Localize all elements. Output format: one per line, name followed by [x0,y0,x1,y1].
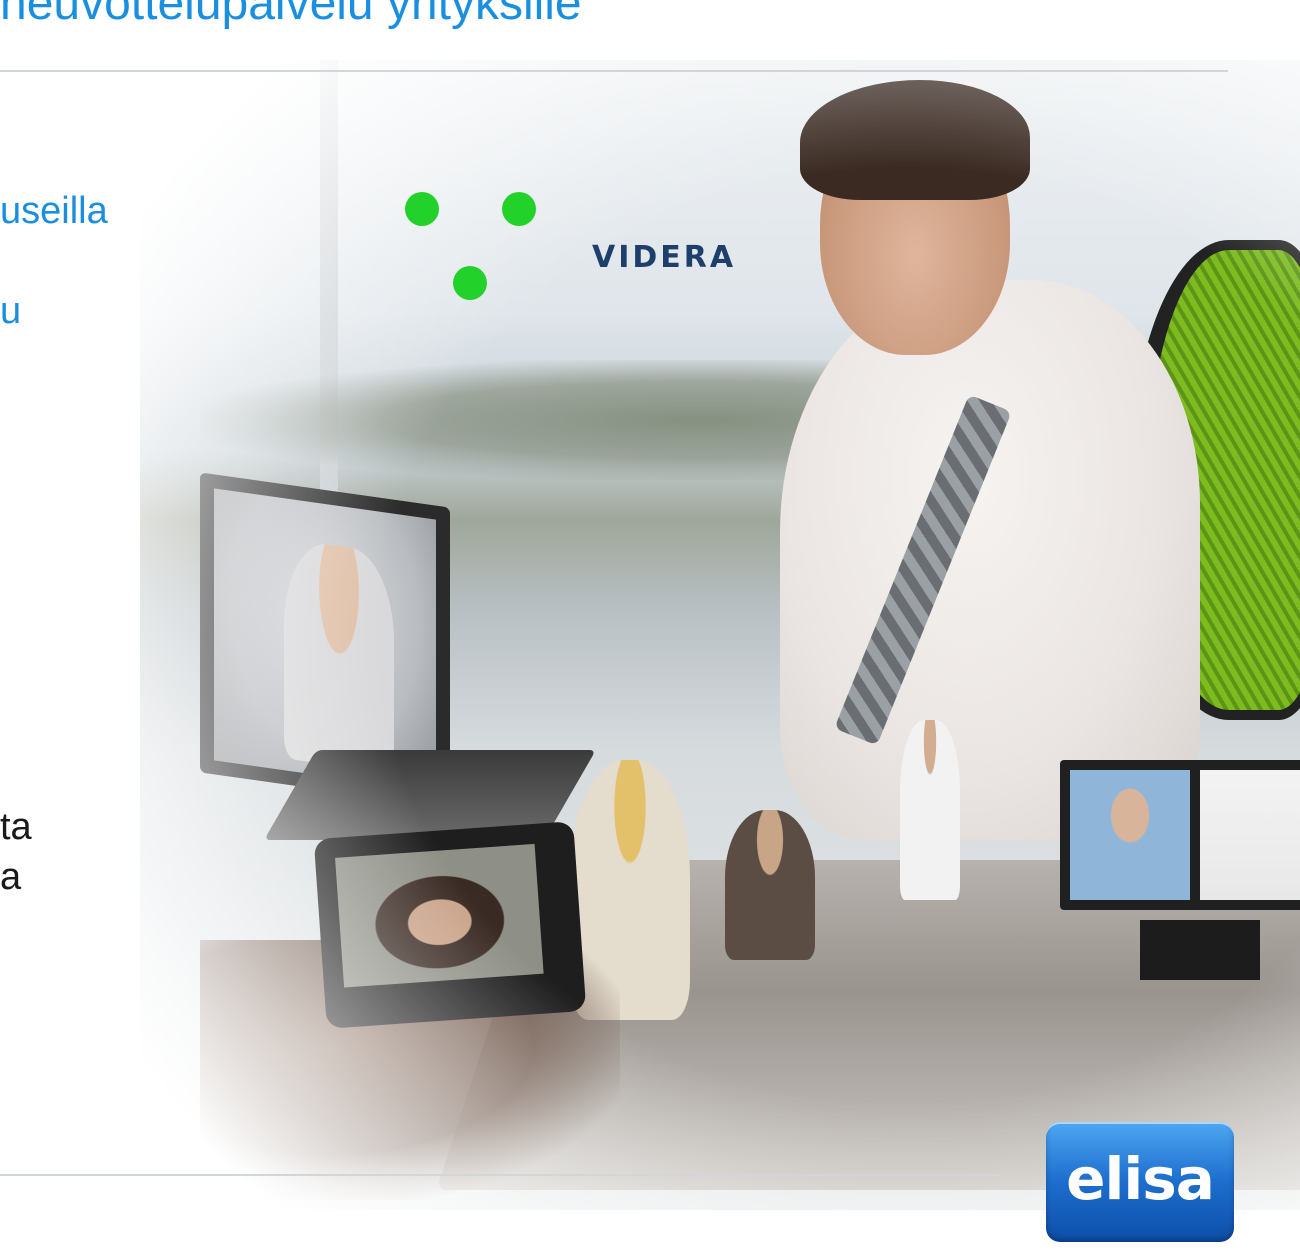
shared-graph [1200,770,1300,900]
tablet-video-call [335,843,544,988]
logo-dot-icon [502,192,536,226]
footer-divider [0,1174,1000,1176]
seated-woman [725,810,815,960]
laptop-screen [214,488,436,792]
body-text-u: u [0,290,22,332]
man-hair [800,80,1030,200]
body-text-useilla: useilla [0,190,108,232]
logo-dot-icon [405,192,439,226]
video-call-participant [284,538,394,774]
body-text-ta: ta [0,806,32,848]
elisa-logo: elisa [1046,1122,1234,1242]
tablet-device [313,821,587,1029]
logo-dot-icon [453,266,487,300]
videra-wordmark: VIDERA [592,240,737,275]
standing-man [900,720,960,900]
screen-stand [1140,920,1260,980]
slide-title: neuvottelupalvelu yrityksille [0,0,582,30]
video-wall-screen [1060,760,1300,910]
presentation-slide: neuvottelupalvelu yrityksille useilla u … [0,0,1300,1259]
body-text-a: a [0,856,22,898]
remote-participant [1070,770,1190,900]
title-divider [0,70,1228,72]
videra-logo: VIDERA [400,188,780,318]
elisa-wordmark: elisa [1066,1145,1215,1213]
man-in-white-shirt [780,280,1200,840]
